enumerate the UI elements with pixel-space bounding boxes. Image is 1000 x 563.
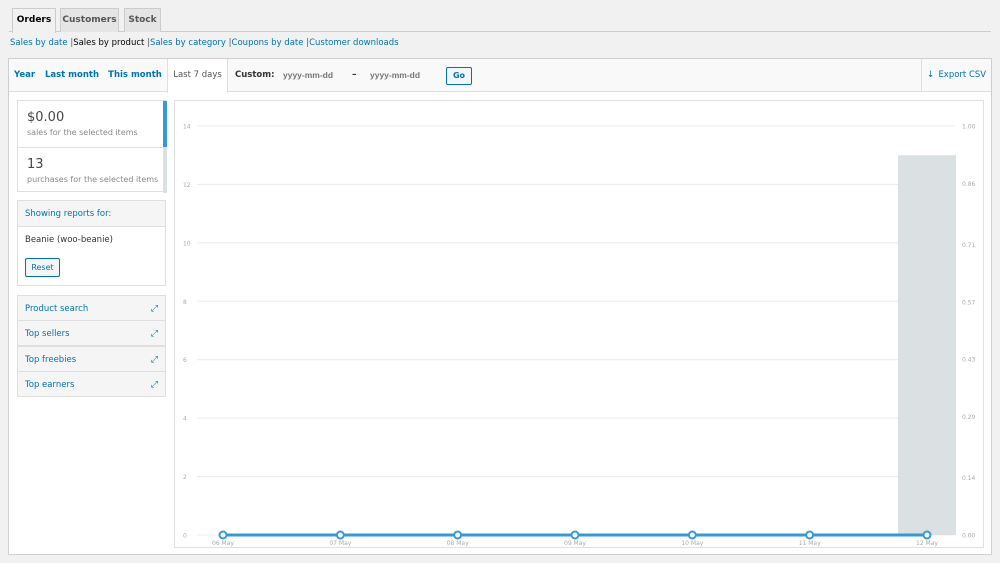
x-tick-label: 07 May <box>329 540 351 547</box>
expand-icon: ⤢ <box>150 329 158 339</box>
section-label: Product search <box>25 304 89 314</box>
tab-stock[interactable]: Stock <box>124 8 161 32</box>
sales-chart: 0 2 4 6 8 10 12 14 0.00 0.14 0.29 0.43 0.57 0.71 0.86 1… <box>174 100 984 548</box>
y-tick-label-left: 10 <box>183 240 191 247</box>
subnav-customer-downloads[interactable]: Customer downloads <box>309 38 399 48</box>
legend-sales[interactable]: $0.00 sales for the selected items <box>18 101 167 147</box>
report-panel: Year Last month This month Last 7 days C… <box>8 58 992 555</box>
end-date-input[interactable] <box>370 66 440 85</box>
sales-point <box>218 530 228 540</box>
selected-product: Beanie (woo-beanie) <box>25 235 113 245</box>
export-csv-button[interactable]: ↓ Export CSV <box>921 59 991 92</box>
x-tick-label: 12 May <box>916 540 938 547</box>
y-tick-label-right: 0.71 <box>962 242 976 249</box>
x-tick-label: 11 May <box>799 540 821 547</box>
showing-reports-widget: Showing reports for: Beanie (woo-beanie)… <box>17 200 166 286</box>
section-top-freebies[interactable]: Top freebies ⤢ <box>17 346 166 372</box>
section-top-sellers[interactable]: Top sellers ⤢ <box>17 320 166 346</box>
expand-icon: ⤢ <box>150 355 158 365</box>
x-tick-label: 06 May <box>212 540 234 547</box>
y-tick-label-left: 4 <box>183 416 187 423</box>
sales-point <box>453 530 463 540</box>
expand-icon: ⤢ <box>150 380 158 390</box>
range-last-month[interactable]: Last month <box>42 59 102 92</box>
sales-point <box>805 530 815 540</box>
report-tabs: Orders Customers Stock <box>9 8 991 33</box>
subnav-sales-by-date[interactable]: Sales by date <box>10 38 68 48</box>
start-date-input[interactable] <box>283 66 353 85</box>
sales-point <box>922 530 932 540</box>
export-csv-label: Export CSV <box>938 70 987 80</box>
y-tick-label-left: 12 <box>183 182 191 189</box>
sales-point <box>687 530 697 540</box>
date-range-dash: – <box>352 70 357 80</box>
section-label: Top sellers <box>25 329 70 339</box>
sales-point <box>335 530 345 540</box>
section-label: Top freebies <box>25 355 77 365</box>
legend-purchases-value: 13 <box>27 157 44 172</box>
subnav-sales-by-category[interactable]: Sales by category <box>150 38 226 48</box>
y-tick-label-right: 0.86 <box>962 181 976 188</box>
section-top-earners[interactable]: Top earners ⤢ <box>17 371 166 397</box>
section-product-search[interactable]: Product search ⤢ <box>17 295 166 321</box>
subnav-coupons-by-date[interactable]: Coupons by date <box>232 38 304 48</box>
subnav-sales-by-product: Sales by product <box>73 38 145 48</box>
showing-reports-title: Showing reports for: <box>18 201 165 227</box>
y-tick-label-right: 1.00 <box>962 124 976 131</box>
y-tick-label-right: 0.00 <box>962 533 976 540</box>
range-this-month[interactable]: This month <box>105 59 165 92</box>
section-label: Top earners <box>25 380 75 390</box>
x-tick-label: 09 May <box>564 540 586 547</box>
purchase-bar <box>898 155 956 535</box>
y-tick-label-right: 0.29 <box>962 414 976 421</box>
legend-sales-value: $0.00 <box>27 110 65 125</box>
range-year[interactable]: Year <box>9 59 40 92</box>
tab-customers[interactable]: Customers <box>60 8 119 32</box>
sales-point <box>570 530 580 540</box>
x-tick-label: 08 May <box>447 540 469 547</box>
x-tick-label: 10 May <box>681 540 703 547</box>
legend-purchases[interactable]: 13 purchases for the selected items <box>18 147 167 193</box>
y-tick-label-left: 14 <box>183 124 191 131</box>
download-arrow-icon: ↓ <box>926 70 935 80</box>
chart-legend: $0.00 sales for the selected items 13 pu… <box>17 100 167 193</box>
y-tick-label-left: 8 <box>183 299 187 306</box>
tab-orders[interactable]: Orders <box>12 8 56 33</box>
report-subnav: Sales by date |Sales by product |Sales b… <box>10 38 399 48</box>
y-tick-label-right: 0.43 <box>962 357 976 364</box>
range-last-7-days[interactable]: Last 7 days <box>167 59 228 93</box>
go-button[interactable]: Go <box>446 67 472 85</box>
legend-sales-label: sales for the selected items <box>27 128 138 137</box>
reset-button[interactable]: Reset <box>25 258 60 277</box>
chart-svg: 0 2 4 6 8 10 12 14 0.00 0.14 0.29 0.43 0.57 0.71 0.86 1… <box>183 124 976 548</box>
y-tick-label-left: 2 <box>183 474 187 481</box>
expand-icon: ⤢ <box>150 304 158 314</box>
date-range-bar: Year Last month This month Last 7 days C… <box>9 59 991 93</box>
custom-range-label: Custom: <box>235 70 275 80</box>
y-tick-label-left: 6 <box>183 357 187 364</box>
y-tick-label-right: 0.14 <box>962 475 976 482</box>
legend-purchases-label: purchases for the selected items <box>27 175 159 184</box>
y-tick-label-left: 0 <box>183 533 187 540</box>
y-tick-label-right: 0.57 <box>962 299 976 306</box>
